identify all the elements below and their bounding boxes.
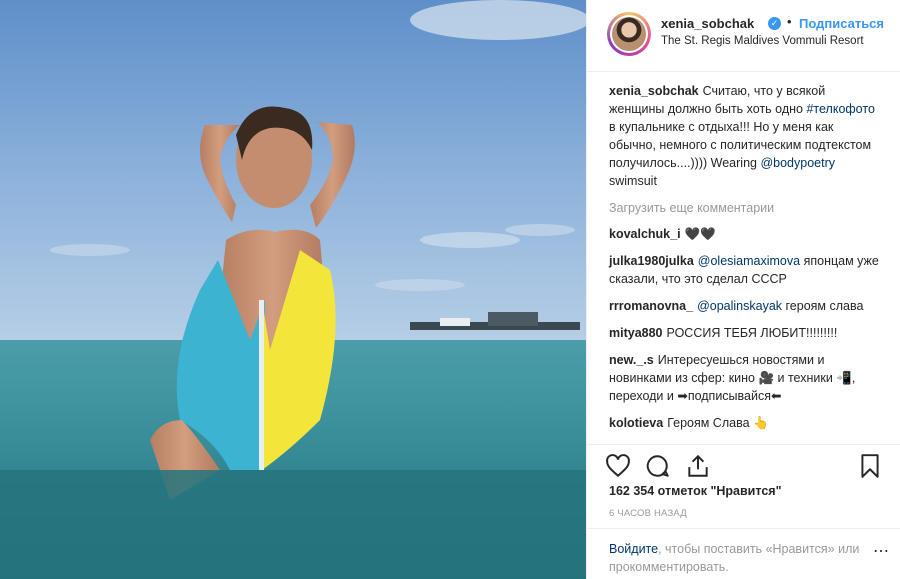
login-prompt: Войдите, чтобы поставить «Нравится» или … (587, 528, 900, 579)
comments-list[interactable]: xenia_sobchak Считаю, что у всякой женщин… (587, 72, 900, 444)
comment-text: Героям Слава 👆 (667, 416, 769, 430)
comment-text: 🖤🖤 (684, 227, 716, 241)
avatar[interactable] (607, 12, 651, 56)
caption-text-3: swimsuit (609, 174, 657, 188)
comment: kolotieva Героям Слава 👆 (609, 414, 879, 432)
comment-text: РОССИЯ ТЕБЯ ЛЮБИТ!!!!!!!!! (666, 326, 838, 340)
heart-icon[interactable] (605, 453, 631, 479)
caption-username[interactable]: xenia_sobchak (609, 84, 699, 98)
comment: kovalchuk_i 🖤🖤 (609, 225, 879, 243)
comment-username[interactable]: kovalchuk_i (609, 227, 681, 241)
comment-username[interactable]: new._.s (609, 353, 654, 367)
comment-mention[interactable]: @olesiamaximova (698, 254, 800, 268)
avatar-image (612, 17, 646, 51)
share-icon[interactable] (685, 453, 711, 479)
comment: rrromanovna_ @opalinskayak героям слава (609, 297, 879, 315)
caption-mention[interactable]: @bodypoetry (760, 156, 835, 170)
login-prompt-text: Войдите, чтобы поставить «Нравится» или … (609, 540, 869, 576)
photo-image (0, 0, 586, 579)
comment-username[interactable]: mitya880 (609, 326, 663, 340)
bookmark-icon[interactable] (857, 453, 883, 479)
load-more-comments-button[interactable]: Загрузить еще комментарии (609, 199, 879, 217)
caption-hashtag[interactable]: #телкофото (806, 102, 874, 116)
action-bar (587, 444, 900, 484)
comment-text: героям слава (785, 299, 864, 313)
follow-button[interactable]: Подписаться (799, 16, 884, 31)
post-timestamp: 6 ЧАСОВ НАЗАД (609, 508, 687, 519)
comment-username[interactable]: rrromanovna_ (609, 299, 693, 313)
verified-badge-icon: ✓ (768, 17, 781, 30)
post-sidebar: xenia_sobchak ✓ • Подписаться The St. Re… (586, 0, 900, 579)
comment: mitya880 РОССИЯ ТЕБЯ ЛЮБИТ!!!!!!!!! (609, 324, 879, 342)
post-photo[interactable] (0, 0, 586, 579)
caption: xenia_sobchak Считаю, что у всякой женщин… (609, 82, 879, 190)
separator-dot: • (787, 14, 792, 29)
location-link[interactable]: The St. Regis Maldives Vommuli Resort (661, 35, 864, 47)
comment: julka1980julka @olesiamaximova японцам уж… (609, 252, 879, 288)
comment-username[interactable]: julka1980julka (609, 254, 694, 268)
header-username[interactable]: xenia_sobchak (661, 16, 754, 31)
instagram-post: xenia_sobchak ✓ • Подписаться The St. Re… (0, 0, 900, 579)
comment-icon[interactable] (645, 453, 671, 479)
post-header: xenia_sobchak ✓ • Подписаться The St. Re… (587, 0, 900, 72)
more-options-icon[interactable]: ⋯ (873, 541, 889, 561)
comment: new._.s Интересуешься новостями и новинка… (609, 351, 879, 405)
comment-username[interactable]: kolotieva (609, 416, 663, 430)
login-link[interactable]: Войдите (609, 542, 658, 556)
comment-mention[interactable]: @opalinskayak (697, 299, 782, 313)
likes-count[interactable]: 162 354 отметок "Нравится" (609, 484, 782, 498)
